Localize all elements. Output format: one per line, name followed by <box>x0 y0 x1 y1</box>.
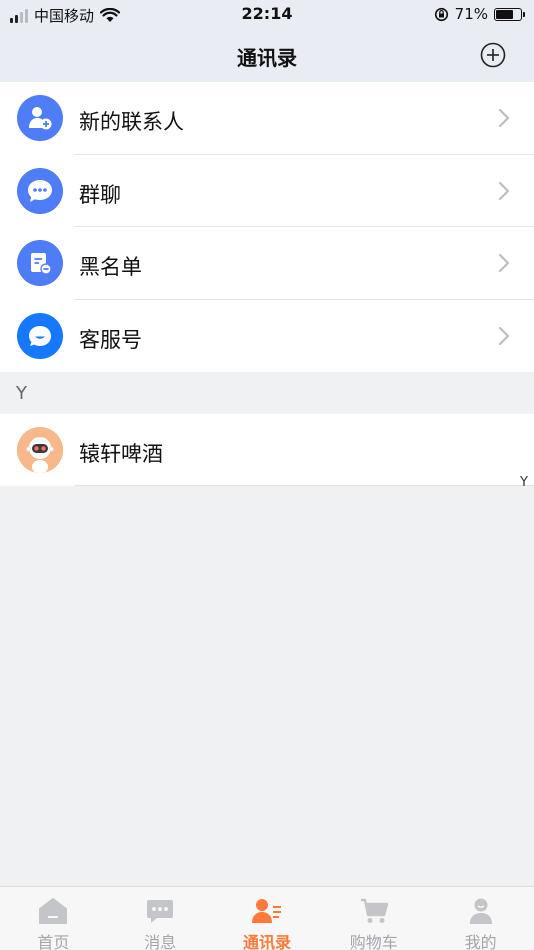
tab-messages[interactable]: 消息 <box>107 887 214 950</box>
contact-name: 辕轩啤酒 <box>79 442 163 466</box>
tab-label: 首页 <box>37 933 70 950</box>
robot-avatar-icon <box>17 427 63 473</box>
section-header: Y <box>0 372 534 414</box>
blacklist-icon <box>17 240 63 286</box>
tab-label: 消息 <box>144 933 177 950</box>
menu-item-label: 黑名单 <box>79 255 142 279</box>
chevron-right-icon <box>499 254 509 272</box>
chevron-right-icon <box>499 181 509 200</box>
contacts-menu-list: 新的联系人 群聊 黑名单 客服号 <box>0 82 534 372</box>
tab-profile[interactable]: 我的 <box>427 887 534 950</box>
contacts-icon <box>251 899 281 923</box>
message-icon <box>147 900 174 923</box>
customer-service-icon <box>17 312 63 359</box>
tab-home[interactable]: 首页 <box>0 887 107 950</box>
profile-icon <box>469 898 492 924</box>
menu-item-label: 客服号 <box>79 327 142 352</box>
section-letter: Y <box>16 383 27 404</box>
menu-item-label: 新的联系人 <box>79 110 184 134</box>
cart-icon <box>360 898 388 923</box>
tab-bar: 首页 消息 通讯录 购物车 我的 <box>0 886 534 950</box>
orientation-lock-icon <box>434 7 448 21</box>
battery-fill <box>496 9 514 19</box>
index-bar-letter[interactable]: Y <box>520 475 528 490</box>
contact-row[interactable]: 辕轩啤酒 <box>0 414 534 486</box>
divider <box>75 485 534 486</box>
nav-header: 通讯录 <box>0 28 534 82</box>
battery-icon <box>494 7 525 21</box>
tab-label: 我的 <box>464 933 497 950</box>
menu-item-new-contacts[interactable]: 新的联系人 <box>0 82 534 155</box>
battery-percent: 71% <box>454 5 488 23</box>
menu-item-customer-service[interactable]: 客服号 <box>0 299 534 372</box>
group-chat-icon <box>17 167 63 214</box>
status-right: 71% <box>434 5 525 23</box>
tab-label: 购物车 <box>349 933 398 950</box>
chevron-right-icon <box>499 326 509 345</box>
status-bar: 中国移动 22:14 71% <box>0 0 534 28</box>
home-icon <box>39 898 68 924</box>
menu-item-blacklist[interactable]: 黑名单 <box>0 227 534 300</box>
tab-cart[interactable]: 购物车 <box>320 887 427 950</box>
menu-item-label: 群聊 <box>79 182 121 207</box>
menu-item-group-chat[interactable]: 群聊 <box>0 154 534 227</box>
plus-circle-icon[interactable] <box>480 42 506 68</box>
chevron-right-icon <box>499 109 509 127</box>
page-title: 通讯录 <box>237 46 297 70</box>
new-contact-icon <box>17 95 63 141</box>
tab-contacts[interactable]: 通讯录 <box>214 887 321 950</box>
avatar <box>17 427 63 473</box>
tab-label: 通讯录 <box>242 933 291 950</box>
